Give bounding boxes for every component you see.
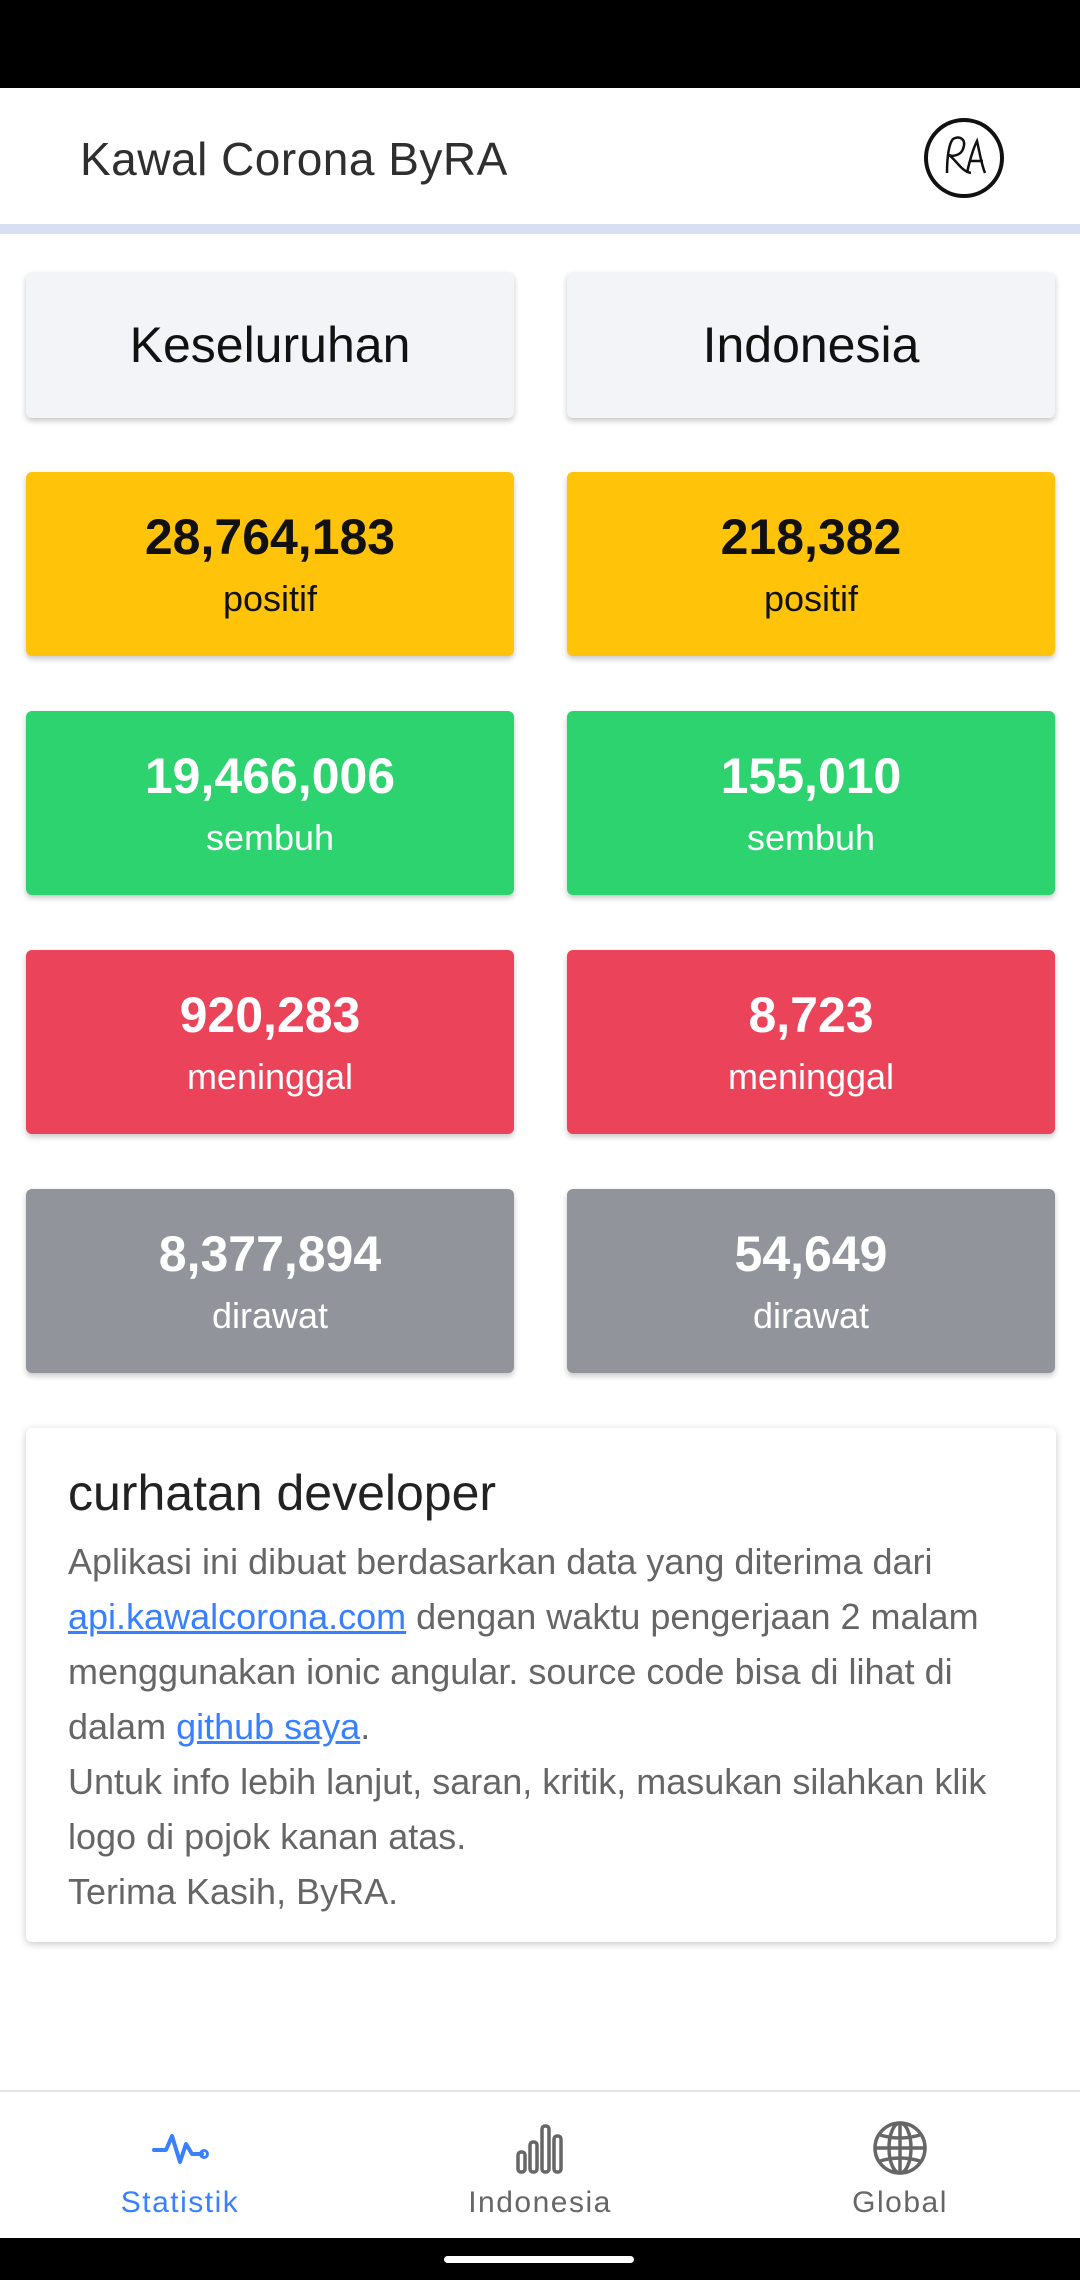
developer-note-text: . <box>360 1706 371 1747</box>
stat-label: sembuh <box>746 817 876 858</box>
tab-indonesia[interactable]: Indonesia <box>360 2092 720 2240</box>
stat-card-global-positif: 28,764,183 positif <box>26 472 514 656</box>
developer-note-line: Untuk info lebih lanjut, saran, kritik, … <box>68 1761 987 1857</box>
stat-value: 218,382 <box>720 509 902 565</box>
ra-logo-icon <box>945 136 987 175</box>
stat-value: 54,649 <box>734 1226 888 1282</box>
stat-label: positif <box>222 578 318 619</box>
stat-value: 8,377,894 <box>158 1226 382 1282</box>
stat-card-indonesia-sembuh: 155,010 sembuh <box>567 711 1055 895</box>
stat-label: sembuh <box>205 817 335 858</box>
bar-chart-icon <box>516 2124 563 2174</box>
app-title: Kawal Corona ByRA <box>80 133 508 185</box>
stat-card-indonesia-dirawat: 54,649 dirawat <box>567 1189 1055 1373</box>
stat-value: 920,283 <box>179 987 361 1043</box>
status-bar <box>0 0 1080 88</box>
stat-card-indonesia-positif: 218,382 positif <box>567 472 1055 656</box>
github-link[interactable]: github saya <box>176 1706 360 1747</box>
stat-label: positif <box>763 578 859 619</box>
stat-card-global-sembuh: 19,466,006 sembuh <box>26 711 514 895</box>
app-header: Kawal Corona ByRA <box>0 88 1080 234</box>
developer-note-text: Aplikasi ini dibuat berdasarkan data yan… <box>68 1541 933 1582</box>
stat-value: 8,723 <box>748 987 874 1043</box>
column-header-indonesia[interactable]: Indonesia <box>567 272 1055 418</box>
tab-label: Indonesia <box>468 2186 612 2219</box>
stat-value: 19,466,006 <box>144 748 396 804</box>
pulse-icon <box>152 2134 209 2164</box>
globe-icon <box>873 2121 927 2175</box>
home-indicator[interactable] <box>444 2256 634 2263</box>
developer-note-title: curhatan developer <box>68 1465 497 1521</box>
stat-card-indonesia-meninggal: 8,723 meninggal <box>567 950 1055 1134</box>
stat-label: dirawat <box>752 1295 870 1336</box>
tab-label: Statistik <box>120 2186 240 2219</box>
logo-button[interactable] <box>924 118 1004 198</box>
stat-value: 28,764,183 <box>144 509 396 565</box>
tab-statistik[interactable]: Statistik <box>0 2092 360 2240</box>
column-header-keseluruhan[interactable]: Keseluruhan <box>26 272 514 418</box>
stat-value: 155,010 <box>720 748 902 804</box>
developer-note-card: curhatan developer Aplikasi ini dibuat b… <box>26 1428 1056 1942</box>
stat-label: meninggal <box>186 1056 354 1097</box>
api-link[interactable]: api.kawalcorona.com <box>68 1596 406 1637</box>
stat-label: dirawat <box>211 1295 329 1336</box>
tab-label: Global <box>852 2186 948 2219</box>
bottom-tab-bar: Statistik Indonesia Global <box>0 2090 1080 2238</box>
developer-note-body: Aplikasi ini dibuat berdasarkan data yan… <box>68 1534 1014 1919</box>
developer-note-signature: Terima Kasih, ByRA. <box>68 1871 399 1912</box>
tab-global[interactable]: Global <box>720 2092 1080 2240</box>
stat-card-global-meninggal: 920,283 meninggal <box>26 950 514 1134</box>
stat-card-global-dirawat: 8,377,894 dirawat <box>26 1189 514 1373</box>
stat-label: meninggal <box>727 1056 895 1097</box>
